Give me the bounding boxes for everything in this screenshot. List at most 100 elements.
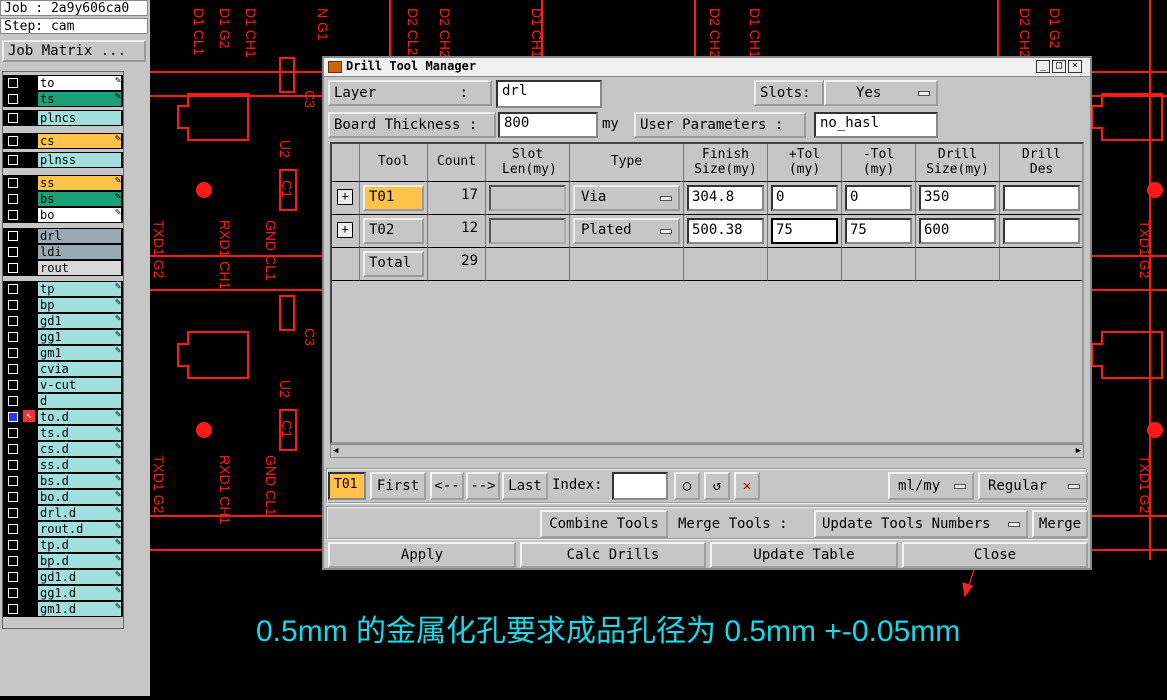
layer-row[interactable]: gm1.d ✎ (3, 601, 123, 617)
expand-icon[interactable]: + (337, 189, 353, 205)
layer-checkbox[interactable] (8, 263, 18, 273)
layer-row[interactable]: bp.d ✎ (3, 553, 123, 569)
close-icon[interactable]: × (1068, 60, 1082, 73)
drill-size-field[interactable]: 350 (919, 185, 996, 211)
refresh-icon[interactable]: ↺ (704, 472, 730, 500)
layer-checkbox[interactable] (8, 396, 18, 406)
layer-checkbox[interactable] (8, 380, 18, 390)
tool-button[interactable]: T01 (363, 185, 424, 211)
merge-button[interactable]: Merge (1032, 510, 1088, 538)
first-button[interactable]: First (370, 472, 426, 500)
minimize-icon[interactable]: _ (1036, 60, 1050, 73)
next-button[interactable]: --> (466, 472, 500, 500)
last-button[interactable]: Last (502, 472, 548, 500)
index-field[interactable] (612, 472, 668, 500)
lightbulb-icon[interactable]: ○ (674, 472, 700, 500)
layer-checkbox[interactable] (8, 588, 18, 598)
drill-des-field[interactable] (1003, 218, 1080, 244)
horizontal-scrollbar[interactable]: ◀ ▶ (330, 444, 1084, 458)
mode-dropdown[interactable]: Regular (978, 472, 1088, 500)
layer-row[interactable]: rout (3, 260, 123, 276)
layer-checkbox[interactable] (8, 210, 18, 220)
user-parameters-button[interactable]: User Parameters : (634, 112, 806, 138)
layer-row[interactable]: bs ✎ (3, 191, 123, 207)
finish-size-field[interactable]: 304.8 (687, 185, 764, 211)
plus-tol-field[interactable]: 0 (771, 185, 838, 211)
layer-row[interactable]: drl (3, 228, 123, 244)
layer-checkbox[interactable] (8, 492, 18, 502)
layer-row[interactable]: gg1 ✎ (3, 329, 123, 345)
maximize-icon[interactable]: □ (1052, 60, 1066, 73)
drill-des-field[interactable] (1003, 185, 1080, 211)
layer-row[interactable]: gd1 ✎ (3, 313, 123, 329)
layer-row[interactable]: to ✎ (3, 75, 123, 91)
apply-button[interactable]: Apply (328, 542, 516, 568)
layer-row[interactable]: bo ✎ (3, 207, 123, 223)
layer-row[interactable]: cs.d ✎ (3, 441, 123, 457)
slots-dropdown[interactable]: Yes (824, 80, 938, 106)
layer-checkbox[interactable] (8, 300, 18, 310)
layer-row[interactable]: v-cut (3, 377, 123, 393)
layer-checkbox[interactable] (8, 113, 18, 123)
layer-row[interactable]: ts ✎ (3, 91, 123, 107)
finish-size-field[interactable]: 500.38 (687, 218, 764, 244)
layer-row[interactable]: plnss (3, 152, 123, 168)
merge-option-dropdown[interactable]: Update Tools Numbers (814, 510, 1028, 538)
layer-checkbox[interactable] (8, 136, 18, 146)
type-dropdown[interactable]: Via (573, 185, 680, 211)
type-dropdown[interactable]: Plated (573, 218, 680, 244)
user-parameters-field[interactable]: no_hasl (814, 112, 938, 138)
layer-row[interactable]: bs.d ✎ (3, 473, 123, 489)
layer-checkbox[interactable] (8, 556, 18, 566)
layer-checkbox[interactable] (8, 460, 18, 470)
combine-tools-button[interactable]: Combine Tools (540, 510, 668, 538)
layer-checkbox[interactable] (8, 247, 18, 257)
layer-row[interactable]: gg1.d ✎ (3, 585, 123, 601)
delete-icon[interactable]: ✕ (734, 472, 760, 500)
layer-row[interactable]: cvia (3, 361, 123, 377)
layer-row[interactable]: ↖ to.d ✎ (3, 409, 123, 425)
expand-icon[interactable]: + (337, 222, 353, 238)
layer-checkbox[interactable] (8, 428, 18, 438)
layer-row[interactable]: bo.d ✎ (3, 489, 123, 505)
drill-size-field[interactable]: 600 (919, 218, 996, 244)
layer-checkbox[interactable] (8, 508, 18, 518)
layer-checkbox[interactable] (8, 364, 18, 374)
layer-checkbox[interactable] (8, 540, 18, 550)
scroll-left-icon[interactable]: ◀ (333, 446, 338, 456)
layer-row[interactable]: cs ✎ (3, 133, 123, 149)
minus-tol-field[interactable]: 0 (845, 185, 912, 211)
layer-checkbox[interactable] (8, 604, 18, 614)
layer-checkbox[interactable] (8, 332, 18, 342)
layer-row[interactable]: d (3, 393, 123, 409)
layer-row[interactable]: tp ✎ (3, 281, 123, 297)
layer-checkbox[interactable] (8, 476, 18, 486)
layer-row[interactable]: gd1.d ✎ (3, 569, 123, 585)
layer-row[interactable]: drl.d ✎ (3, 505, 123, 521)
prev-button[interactable]: <-- (430, 472, 464, 500)
tool-button[interactable]: T02 (363, 218, 424, 244)
layer-row[interactable]: tp.d ✎ (3, 537, 123, 553)
layer-field[interactable]: drl (496, 80, 602, 108)
layer-row[interactable]: rout.d ✎ (3, 521, 123, 537)
layer-checkbox[interactable] (8, 444, 18, 454)
layer-checkbox[interactable] (8, 524, 18, 534)
close-button[interactable]: Close (902, 542, 1088, 568)
layer-checkbox[interactable] (8, 231, 18, 241)
layer-checkbox[interactable] (8, 155, 18, 165)
layer-checkbox[interactable] (8, 78, 18, 88)
update-table-button[interactable]: Update Table (710, 542, 898, 568)
minus-tol-field[interactable]: 75 (845, 218, 912, 244)
layer-row[interactable]: ss.d ✎ (3, 457, 123, 473)
dialog-titlebar[interactable]: Drill Tool Manager _ □ × (324, 58, 1090, 77)
plus-tol-field[interactable]: 75 (771, 218, 838, 244)
layer-checkbox[interactable] (8, 348, 18, 358)
layer-row[interactable]: gm1 ✎ (3, 345, 123, 361)
layer-checkbox[interactable] (8, 284, 18, 294)
layer-row[interactable]: ldi (3, 244, 123, 260)
layer-checkbox[interactable] (8, 412, 18, 422)
board-thickness-field[interactable]: 800 (498, 112, 598, 138)
layer-checkbox[interactable] (8, 94, 18, 104)
layer-row[interactable]: bp ✎ (3, 297, 123, 313)
job-matrix-button[interactable]: Job Matrix ... (2, 40, 146, 62)
